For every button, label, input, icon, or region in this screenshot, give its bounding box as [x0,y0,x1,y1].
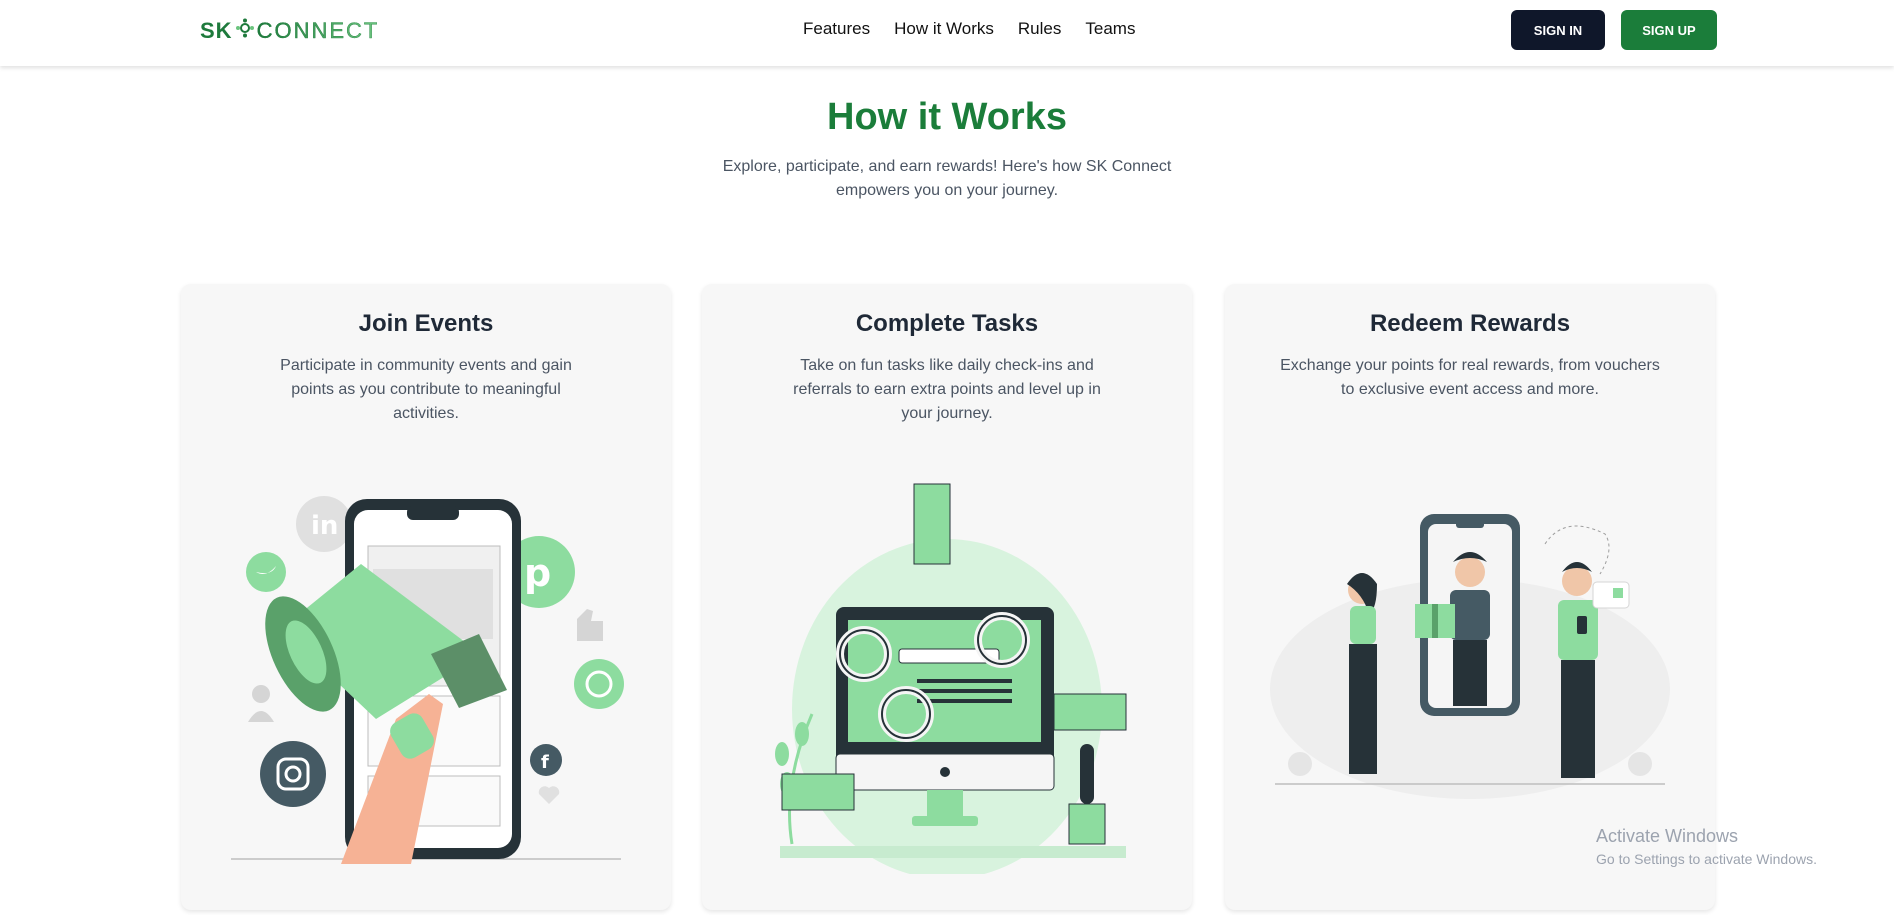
card-description: Participate in community events and gain… [280,357,572,422]
card-title: Redeem Rewards [1369,310,1571,337]
nav-teams-link[interactable]: Teams [1085,19,1135,39]
top-navbar: SK CONNECT Features How it Works Rules T… [0,0,1894,66]
card-description: Exchange your points for real rewards, f… [1280,357,1660,398]
section-subtitle: Explore, participate, and earn rewards! … [722,158,1172,199]
main-nav: Features How it Works Rules Teams [803,19,1135,39]
logo-connect-text: CONNECT [256,18,380,43]
nav-rules-link[interactable]: Rules [1018,19,1061,39]
section-title: How it Works [827,96,1067,138]
sign-up-button[interactable]: SIGN UP [1621,10,1717,50]
nav-features-link[interactable]: Features [803,19,870,39]
logo-sk-text: SK [200,18,233,43]
monitor-magnifier-illustration [775,483,1127,874]
reward-exchange-illustration [1270,514,1670,799]
card-title: Complete Tasks [855,310,1039,337]
complete-tasks-card: Complete Tasks Take on fun tasks like da… [702,284,1192,910]
watermark-title: Activate Windows [1596,826,1739,846]
svg-text:f: f [541,752,549,773]
nav-how-it-works-link[interactable]: How it Works [894,19,994,39]
sk-connect-logo[interactable]: SK CONNECT [200,16,379,46]
megaphone-phone-illustration: in p f [231,496,624,864]
svg-text:p: p [524,551,551,595]
watermark-subtitle: Go to Settings to activate Windows. [1596,851,1817,867]
redeem-rewards-card: Redeem Rewards Exchange your points for … [1225,284,1715,910]
sign-in-button[interactable]: SIGN IN [1511,10,1605,50]
card-title: Join Events [358,310,494,337]
join-events-card: Join Events Participate in community eve… [181,284,671,910]
card-description: Take on fun tasks like daily check-ins a… [793,357,1101,422]
svg-text:in: in [311,511,338,541]
logo-network-icon [235,18,255,44]
windows-activation-watermark: Activate Windows Go to Settings to activ… [1596,826,1817,867]
